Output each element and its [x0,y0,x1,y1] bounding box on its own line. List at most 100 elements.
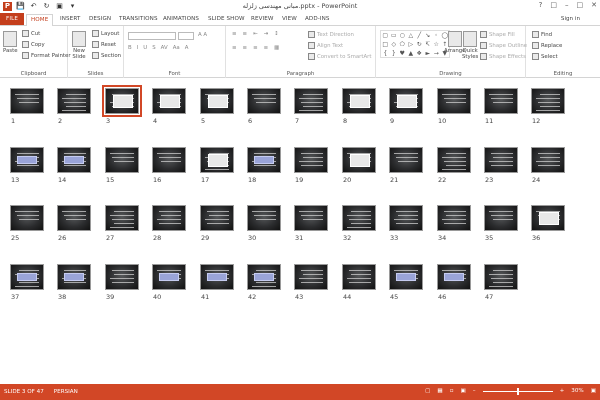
slide-thumbnail[interactable] [342,88,376,114]
line-spacing-icon[interactable]: ↕ [274,31,279,37]
slide-thumbnail[interactable] [294,88,328,114]
bold-icon[interactable]: B [128,45,132,51]
slide-thumbnail[interactable] [152,205,186,231]
format-painter-button[interactable]: Format Painter [22,52,71,59]
slide-thumbnail[interactable] [10,88,44,114]
slide-thumbnail[interactable] [57,264,91,290]
new-slide-button[interactable]: New Slide [72,31,86,60]
normal-view-icon[interactable]: ▢ [425,388,430,394]
slide-thumbnail[interactable] [389,88,423,114]
numbering-icon[interactable]: ≡ [243,31,248,37]
slide-thumbnail[interactable] [484,88,518,114]
tab-add-ins[interactable]: ADD-INS [305,14,330,25]
font-size-buttons[interactable]: A A [198,32,207,38]
slide-thumbnail[interactable] [437,205,471,231]
slide-thumbnail[interactable] [437,88,471,114]
paste-button[interactable]: Paste [3,31,18,54]
shape-outline-button[interactable]: Shape Outline [480,42,527,49]
reset-button[interactable]: Reset [92,41,116,48]
ribbon-display-icon[interactable]: □ [550,1,557,9]
align-left-icon[interactable]: ≡ [232,45,237,51]
convert-smartart-button[interactable]: Convert to SmartArt [308,53,371,60]
slide-thumbnail[interactable] [342,264,376,290]
reading-view-icon[interactable]: ▫ [450,388,454,394]
tab-transitions[interactable]: TRANSITIONS [119,14,158,25]
columns-icon[interactable]: ▦ [274,45,279,51]
font-name-box[interactable] [128,32,176,40]
justify-icon[interactable]: ≡ [264,45,269,51]
sign-in-link[interactable]: Sign in [561,16,580,22]
slide-thumbnail[interactable] [200,264,234,290]
tab-file[interactable]: FILE [0,13,24,25]
strikethrough-icon[interactable]: S [152,45,155,51]
char-spacing-icon[interactable]: AV [161,45,168,51]
slide-thumbnail[interactable] [389,205,423,231]
shapes-gallery[interactable]: ▢ ▭ ○ △ ╱ ↘ ◦ ◯ □ ◇ ⬠ ▷ ↻ ↸ ☆ ↑ {} ♥ ▲ ❖ ► → ▼ [380,30,450,58]
tab-insert[interactable]: INSERT [60,14,80,25]
zoom-in-icon[interactable]: + [560,388,565,394]
section-button[interactable]: Section [92,52,121,59]
slide-thumbnail[interactable] [152,147,186,173]
layout-button[interactable]: Layout [92,30,119,37]
find-button[interactable]: Find [532,31,552,38]
slide-thumbnail[interactable] [294,147,328,173]
increase-indent-icon[interactable]: ⇥ [264,31,269,37]
copy-button[interactable]: Copy [22,41,45,48]
slide-thumbnail[interactable] [247,147,281,173]
maximize-icon[interactable]: □ [577,1,584,9]
font-color-icon[interactable]: A [185,45,189,51]
slide-thumbnail[interactable] [152,264,186,290]
slide-thumbnail[interactable] [247,205,281,231]
minimize-icon[interactable]: – [565,1,569,9]
slide-thumbnail[interactable] [152,88,186,114]
align-buttons[interactable]: ≡ ≡ ≡ ≡ ▦ [232,45,279,51]
decrease-indent-icon[interactable]: ⇤ [253,31,258,37]
align-center-icon[interactable]: ≡ [243,45,248,51]
slide-thumbnail[interactable] [57,88,91,114]
slide-thumbnail[interactable] [10,147,44,173]
slide-thumbnail[interactable] [484,264,518,290]
zoom-slider-thumb[interactable] [516,387,519,395]
slide-thumbnail[interactable] [10,264,44,290]
slide-thumbnail[interactable] [294,205,328,231]
replace-button[interactable]: Replace [532,42,562,49]
slide-thumbnail[interactable] [531,147,565,173]
quick-styles-button[interactable]: Quick Styles [462,31,478,60]
shape-effects-button[interactable]: Shape Effects [480,53,526,60]
tab-view[interactable]: VIEW [282,14,297,25]
slide-thumbnail[interactable] [531,88,565,114]
slide-thumbnail[interactable] [10,205,44,231]
slide-thumbnail[interactable] [389,264,423,290]
slide-thumbnail[interactable] [247,264,281,290]
slide-thumbnail[interactable] [484,205,518,231]
slide-thumbnail[interactable] [105,205,139,231]
slide-thumbnail[interactable] [105,264,139,290]
slide-thumbnail[interactable] [247,88,281,114]
slide-sorter-view-icon[interactable]: ▦ [437,388,442,394]
slide-thumbnail[interactable] [102,85,142,117]
slide-thumbnail[interactable] [105,147,139,173]
slide-thumbnail[interactable] [200,205,234,231]
text-direction-button[interactable]: Text Direction [308,31,354,38]
italic-icon[interactable]: I [137,45,139,51]
slide-thumbnail[interactable] [342,147,376,173]
bullets-icon[interactable]: ≡ [232,31,237,37]
cut-button[interactable]: Cut [22,30,40,37]
slideshow-view-icon[interactable]: ▣ [460,388,465,394]
slide-thumbnail[interactable] [437,264,471,290]
list-buttons[interactable]: ≡ ≡ ⇤ ⇥ ↕ [232,31,279,37]
slide-thumbnail[interactable] [437,147,471,173]
zoom-out-icon[interactable]: – [473,388,476,394]
align-right-icon[interactable]: ≡ [253,45,258,51]
help-icon[interactable]: ? [539,1,543,9]
change-case-icon[interactable]: Aa [173,45,180,51]
slide-thumbnail[interactable] [200,147,234,173]
slide-thumbnail[interactable] [57,147,91,173]
fit-to-window-icon[interactable]: ▣ [591,388,596,394]
font-size-box[interactable] [178,32,194,40]
slide-thumbnail[interactable] [342,205,376,231]
slide-thumbnail[interactable] [531,205,565,231]
tab-design[interactable]: DESIGN [89,14,111,25]
slide-thumbnail[interactable] [294,264,328,290]
zoom-slider[interactable] [482,387,553,395]
